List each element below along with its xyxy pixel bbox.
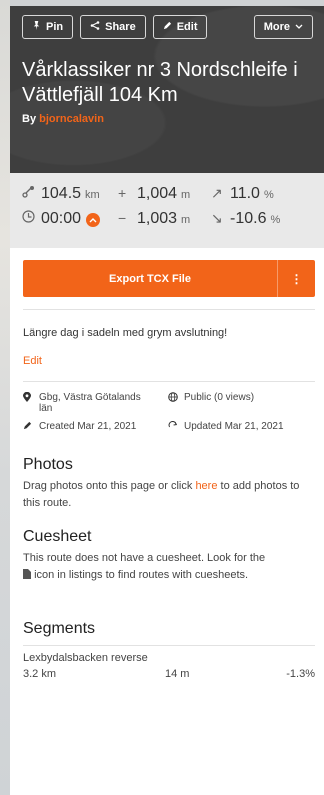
updated: Updated Mar 21, 2021	[168, 421, 284, 433]
route-distance-icon	[22, 185, 36, 201]
elevation-gain-stat: + 1,004 m	[118, 185, 211, 203]
pin-button[interactable]: Pin	[22, 15, 74, 39]
route-description: Längre dag i sadeln med grym avslutning!	[23, 327, 228, 339]
segment-row[interactable]: Lexbydalsbacken reverse 3.2 km 14 m -1.3…	[23, 652, 315, 680]
author-byline: By bjorncalavin	[22, 113, 316, 125]
more-button[interactable]: More	[253, 15, 313, 39]
visibility-text: Public (0 views)	[184, 392, 255, 403]
cuesheet-text-2: icon in listings to find routes with cue…	[34, 569, 249, 581]
map-background	[0, 0, 10, 795]
route-title: Vårklassiker nr 3 Nordschleife i Vättlef…	[22, 59, 298, 106]
export-section: Export TCX File ⋮	[10, 248, 324, 297]
segment-values: 3.2 km 14 m -1.3%	[23, 668, 315, 680]
stats-row-1: 104.5 km + 1,004 m ↗ 11.0 %	[22, 185, 316, 210]
elevation-loss-unit: m	[181, 214, 191, 226]
edit-button-label: Edit	[176, 21, 198, 33]
segment-grade: -1.3%	[286, 668, 315, 680]
meta-row-2: Created Mar 21, 2021 Updated Mar 21, 202…	[23, 421, 315, 433]
share-icon	[90, 21, 100, 33]
duration-toggle-icon[interactable]	[86, 213, 101, 227]
more-button-label: More	[263, 21, 290, 33]
arrow-down-right-icon: ↘	[211, 210, 223, 226]
kebab-icon: ⋮	[290, 271, 303, 286]
max-grade-stat: ↗ 11.0 %	[211, 185, 301, 203]
min-grade-stat: ↘ -10.6 %	[211, 210, 301, 228]
photos-here-link[interactable]: here	[195, 480, 217, 492]
plus-icon: +	[118, 185, 127, 201]
pencil-icon	[23, 421, 35, 433]
distance-unit: km	[85, 189, 100, 201]
max-grade-unit: %	[263, 189, 274, 201]
route-meta: Gbg, Västra Götalands län Public (0 view…	[10, 382, 324, 433]
location: Gbg, Västra Götalands län	[23, 391, 168, 414]
edit-description-link[interactable]: Edit	[10, 339, 324, 367]
created-text: Created Mar 21, 2021	[39, 421, 137, 432]
edit-button[interactable]: Edit	[152, 15, 208, 39]
cuesheet-text-1: This route does not have a cuesheet. Loo…	[23, 552, 266, 564]
arrow-up-right-icon: ↗	[211, 185, 223, 201]
refresh-icon	[168, 421, 180, 433]
minus-icon: −	[118, 210, 127, 226]
pin-icon	[32, 21, 41, 33]
export-tcx-button-group: Export TCX File ⋮	[23, 260, 315, 297]
export-tcx-button[interactable]: Export TCX File	[23, 260, 277, 297]
by-label: By	[22, 113, 37, 125]
location-line-2: län	[39, 403, 53, 414]
duration-stat: 00:00	[22, 210, 118, 228]
export-tcx-label: Export TCX File	[109, 272, 191, 285]
location-line-1: Gbg, Västra Götalands	[39, 392, 141, 403]
segment-elevation: 14 m	[165, 668, 190, 680]
elevation-loss-value: 1,003	[137, 210, 178, 227]
segment-name[interactable]: Lexbydalsbacken reverse	[23, 652, 315, 664]
photos-text-before: Drag photos onto this page or click	[23, 480, 196, 492]
map-pin-icon	[23, 391, 35, 414]
globe-icon	[168, 392, 180, 414]
route-header: Pin Share Edit More Vårklassiker nr 3 No…	[10, 6, 324, 173]
min-grade-unit: %	[270, 214, 281, 226]
segment-distance: 3.2 km	[23, 668, 57, 680]
route-panel: Pin Share Edit More Vårklassiker nr 3 No…	[10, 6, 324, 795]
segments-heading: Segments	[23, 620, 96, 637]
export-options-button[interactable]: ⋮	[277, 260, 315, 297]
meta-row-1: Gbg, Västra Götalands län Public (0 view…	[23, 391, 315, 414]
document-icon	[23, 569, 34, 581]
elevation-gain-unit: m	[181, 189, 191, 201]
updated-text: Updated Mar 21, 2021	[184, 421, 284, 432]
elevation-gain-value: 1,004	[137, 185, 178, 202]
header-toolbar: Pin Share Edit More	[22, 15, 316, 39]
segments-table: Lexbydalsbacken reverse 3.2 km 14 m -1.3…	[10, 645, 324, 680]
pin-button-label: Pin	[46, 21, 64, 33]
photos-text: Drag photos onto this page or click here…	[10, 474, 324, 512]
photos-heading: Photos	[23, 456, 73, 473]
distance-stat: 104.5 km	[22, 185, 118, 203]
elevation-loss-stat: − 1,003 m	[118, 210, 211, 228]
duration-value: 00:00	[41, 210, 82, 227]
author-link[interactable]: bjorncalavin	[39, 113, 104, 125]
cuesheet-heading: Cuesheet	[23, 528, 92, 545]
stats-row-2: 00:00 − 1,003 m ↘ -10.6 %	[22, 210, 316, 235]
share-button-label: Share	[105, 21, 136, 33]
distance-value: 104.5	[41, 185, 82, 202]
visibility: Public (0 views)	[168, 392, 254, 414]
chevron-down-icon	[295, 22, 303, 33]
max-grade-value: 11.0	[230, 185, 260, 202]
cuesheet-text: This route does not have a cuesheet. Loo…	[10, 546, 324, 584]
route-stats: 104.5 km + 1,004 m ↗ 11.0 % 00:00 − 1,00…	[10, 173, 324, 248]
location-text: Gbg, Västra Götalands län	[39, 392, 141, 414]
share-button[interactable]: Share	[80, 15, 146, 39]
min-grade-value: -10.6	[230, 210, 267, 227]
created: Created Mar 21, 2021	[23, 421, 168, 433]
pencil-icon	[163, 21, 172, 33]
clock-icon	[22, 210, 36, 226]
divider	[23, 645, 315, 646]
